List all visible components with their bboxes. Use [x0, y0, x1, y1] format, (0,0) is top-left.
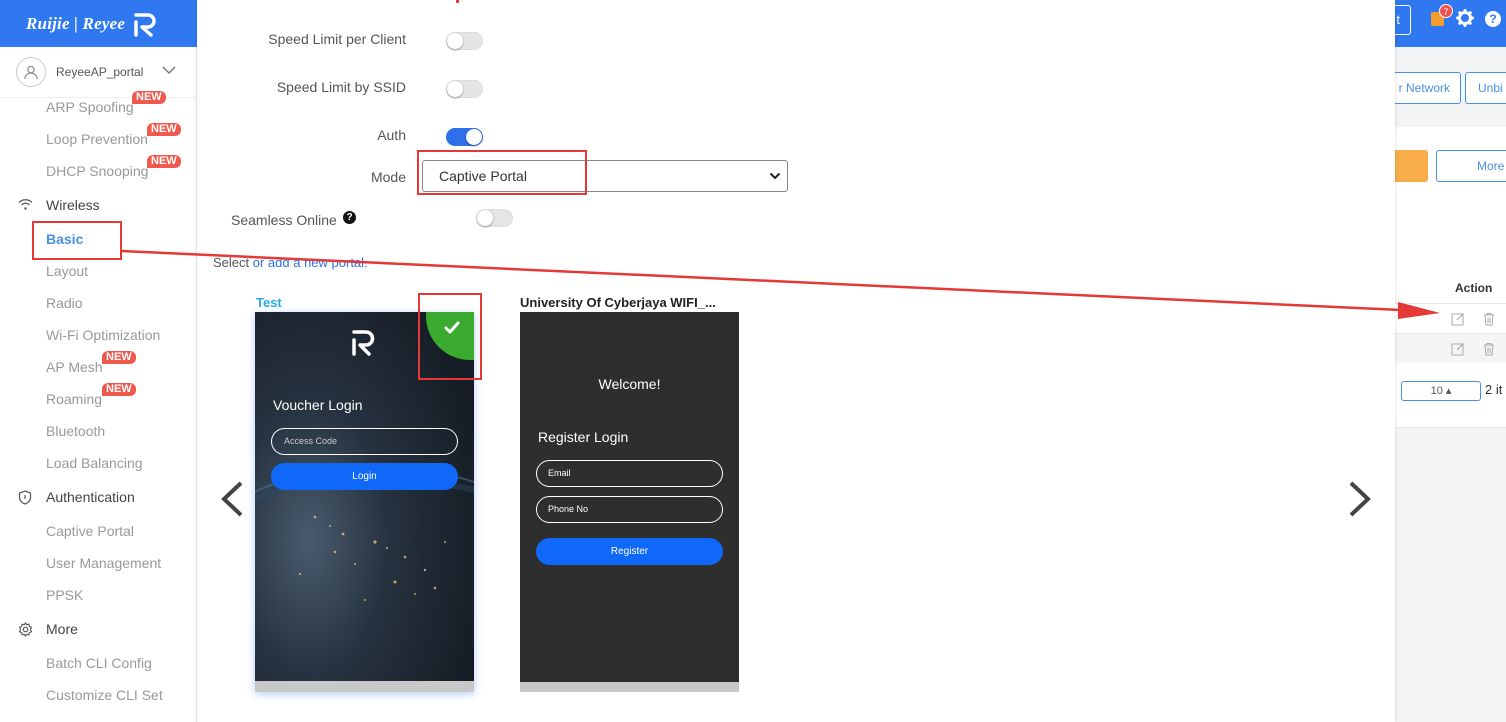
- auth-label: Auth: [377, 127, 406, 143]
- toggle-knob: [447, 81, 463, 97]
- sidebar-item-loop-prevention[interactable]: Loop Prevention: [46, 131, 148, 147]
- action-column-header: Action: [1455, 281, 1493, 295]
- new-badge: NEW: [147, 123, 181, 136]
- toggle-knob: [477, 210, 493, 226]
- annotation-box-basic: [32, 221, 122, 260]
- sidebar-item-customize-cli-set[interactable]: Customize CLI Set: [46, 687, 163, 703]
- sidebar-item-batch-cli-config[interactable]: Batch CLI Config: [46, 655, 152, 671]
- sidebar-item-ap-mesh[interactable]: AP Mesh: [46, 359, 103, 375]
- question-circle-icon[interactable]: ?: [343, 211, 356, 224]
- delete-icon[interactable]: [1482, 312, 1496, 326]
- user-icon: [24, 65, 38, 80]
- phone-input: Phone No: [536, 496, 723, 523]
- register-login-heading: Register Login: [538, 429, 629, 445]
- shield-icon: [18, 490, 32, 505]
- chevron-right-icon[interactable]: [1345, 480, 1375, 518]
- portal-hint-text: Select: [213, 255, 250, 270]
- gear-icon: [18, 622, 33, 637]
- items-count: 2 it: [1485, 382, 1503, 397]
- card-footer-bar: [520, 682, 739, 692]
- sidebar-item-roaming[interactable]: Roaming: [46, 391, 102, 407]
- speed-limit-ssid-label: Speed Limit by SSID: [276, 79, 406, 95]
- delete-icon[interactable]: [1482, 342, 1496, 356]
- edit-icon[interactable]: [1451, 312, 1465, 326]
- sidebar-item-bluetooth[interactable]: Bluetooth: [46, 423, 105, 439]
- new-badge: NEW: [147, 155, 181, 168]
- portal-hint: Select or add a new portal.: [213, 255, 368, 270]
- toggle-knob: [447, 33, 463, 49]
- avatar: [16, 57, 46, 87]
- sidebar-section-authentication[interactable]: Authentication: [46, 489, 135, 505]
- edit-icon[interactable]: [1451, 342, 1465, 356]
- annotation-box-mode: [417, 150, 587, 195]
- sidebar-section-wireless[interactable]: Wireless: [46, 197, 100, 213]
- new-badge: NEW: [102, 351, 136, 364]
- background-page: r Network Unbi More Action 10 ▴ 2 it: [1385, 47, 1506, 722]
- device-selector[interactable]: ReyeeAP_portal: [16, 57, 186, 87]
- portal-card-university[interactable]: Welcome! Register Login Email Phone No R…: [520, 312, 739, 692]
- sidebar-item-dhcp-snooping[interactable]: DHCP Snooping: [46, 163, 148, 179]
- sidebar-divider: [0, 97, 196, 98]
- more-button[interactable]: More: [1436, 150, 1506, 182]
- sidebar-item-wifi-optimization[interactable]: Wi-Fi Optimization: [46, 327, 160, 343]
- brand-bar: Ruijie | Reyee: [0, 0, 197, 47]
- speed-limit-client-toggle[interactable]: [446, 32, 483, 50]
- table-row: [1395, 303, 1506, 333]
- orange-action-button[interactable]: [1390, 150, 1428, 182]
- auth-toggle[interactable]: [446, 128, 483, 146]
- login-button: Login: [271, 463, 458, 490]
- seamless-online-toggle[interactable]: [476, 209, 513, 227]
- settings-gear-icon[interactable]: [1456, 9, 1474, 27]
- add-portal-link[interactable]: or add a new portal.: [249, 255, 368, 270]
- device-name: ReyeeAP_portal: [56, 65, 144, 79]
- sidebar-item-ppsk[interactable]: PPSK: [46, 587, 83, 603]
- wlan-edit-modal: Speed Limit per Client Speed Limit by SS…: [197, 0, 1395, 722]
- sidebar-item-radio[interactable]: Radio: [46, 295, 83, 311]
- sidebar-item-layout[interactable]: Layout: [46, 263, 88, 279]
- required-marker: [456, 0, 459, 3]
- mode-label: Mode: [370, 169, 406, 185]
- chevron-down-icon: [769, 172, 781, 180]
- chevron-left-icon[interactable]: [217, 480, 247, 518]
- seamless-online-label: Seamless Online: [231, 212, 337, 228]
- help-icon[interactable]: ?: [1485, 11, 1501, 27]
- toggle-knob: [466, 129, 482, 145]
- header-actions: t 7 ?: [1387, 0, 1506, 47]
- brand-logo-text: Ruijie | Reyee: [26, 13, 126, 33]
- wifi-icon: [18, 199, 33, 210]
- table-row: [1395, 333, 1506, 363]
- reyee-logo-icon: [134, 12, 156, 37]
- divider: [1395, 427, 1506, 428]
- welcome-text: Welcome!: [598, 376, 661, 392]
- portal-title-test[interactable]: Test: [256, 295, 282, 310]
- new-badge: NEW: [132, 91, 166, 104]
- network-button[interactable]: r Network: [1385, 72, 1461, 104]
- speed-limit-ssid-toggle[interactable]: [446, 80, 483, 98]
- unbind-button[interactable]: Unbi: [1465, 72, 1506, 104]
- card-footer-bar: [255, 681, 474, 692]
- chevron-down-icon[interactable]: [162, 63, 176, 77]
- email-input: Email: [536, 460, 723, 487]
- reyee-logo-icon: [352, 330, 375, 356]
- register-button: Register: [536, 538, 723, 565]
- sidebar-item-load-balancing[interactable]: Load Balancing: [46, 455, 143, 471]
- sidebar: ReyeeAP_portal ARP Spoofing NEW Loop Pre…: [0, 47, 197, 722]
- page-size-select[interactable]: 10 ▴: [1401, 381, 1481, 401]
- notification-count-badge: 7: [1439, 4, 1453, 18]
- voucher-login-heading: Voucher Login: [273, 397, 363, 413]
- portal-title-university[interactable]: University Of Cyberjaya WIFI_...: [520, 295, 716, 310]
- annotation-box-selected: [418, 293, 482, 380]
- sidebar-item-arp-spoofing[interactable]: ARP Spoofing: [46, 99, 134, 115]
- access-code-input: Access Code: [271, 428, 458, 455]
- sidebar-section-more[interactable]: More: [46, 621, 78, 637]
- sidebar-item-captive-portal[interactable]: Captive Portal: [46, 523, 134, 539]
- new-badge: NEW: [102, 383, 136, 396]
- speed-limit-client-label: Speed Limit per Client: [268, 31, 406, 47]
- sidebar-item-user-management[interactable]: User Management: [46, 555, 161, 571]
